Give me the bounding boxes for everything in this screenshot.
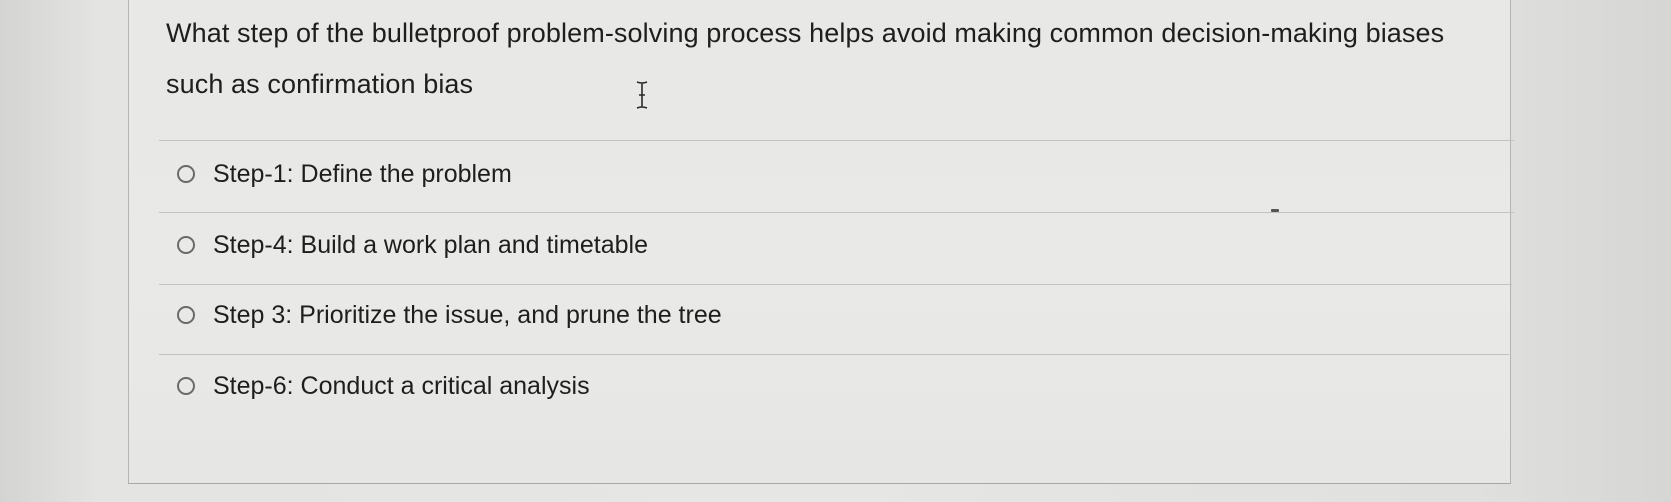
option-label: Step-4: Build a work plan and timetable [213,230,648,259]
question-card: What step of the bulletproof problem-sol… [128,0,1514,484]
divider [159,212,1514,213]
radio-unchecked-icon[interactable] [177,377,195,395]
option-step-3[interactable]: Step 3: Prioritize the issue, and prune … [177,298,722,332]
divider [159,354,1509,355]
i-beam-cursor-icon [636,81,648,109]
speck-mark [1271,209,1279,212]
radio-unchecked-icon[interactable] [177,165,195,183]
radio-unchecked-icon[interactable] [177,306,195,324]
option-label: Step-1: Define the problem [213,159,512,188]
option-label: Step-6: Conduct a critical analysis [213,371,590,400]
option-step-1[interactable]: Step-1: Define the problem [177,157,512,191]
question-text: What step of the bulletproof problem-sol… [166,18,1445,99]
option-step-4[interactable]: Step-4: Build a work plan and timetable [177,228,648,262]
option-label: Step 3: Prioritize the issue, and prune … [213,300,722,329]
option-step-6[interactable]: Step-6: Conduct a critical analysis [177,369,590,403]
radio-unchecked-icon[interactable] [177,236,195,254]
divider [159,284,1512,285]
screen-background: What step of the bulletproof problem-sol… [0,0,1671,502]
divider-top [159,140,1514,141]
